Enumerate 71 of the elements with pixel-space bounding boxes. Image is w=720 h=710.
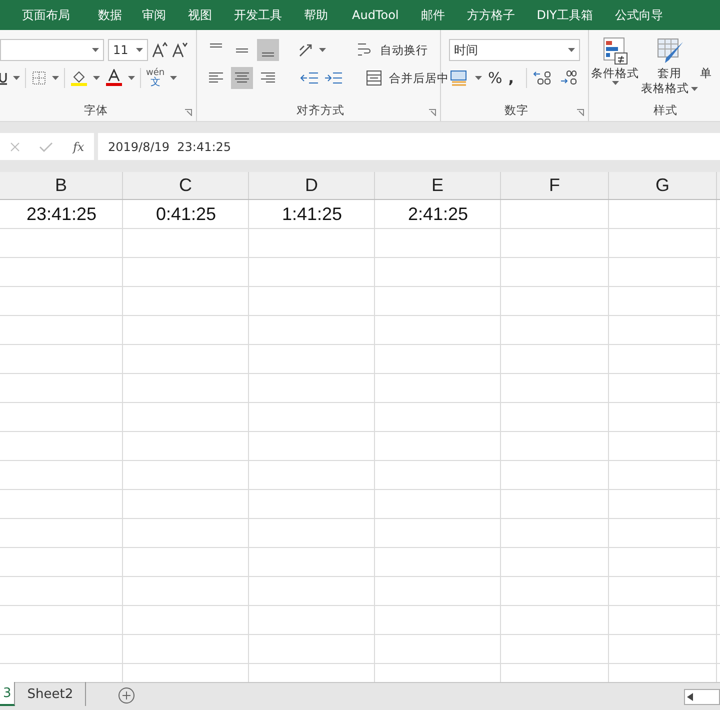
table-cell: 0:41:25 [156, 204, 216, 225]
underline-icon[interactable] [0, 70, 8, 86]
borders-icon[interactable] [31, 70, 47, 86]
menu-tab[interactable]: 页面布局 [22, 6, 70, 24]
sheet-tab[interactable]: 3 [0, 682, 16, 706]
merge-center-button[interactable]: 合并后居中 [389, 70, 449, 86]
menu-tab[interactable]: 帮助 [304, 6, 328, 24]
group-label: 字体 [84, 103, 108, 118]
column-header[interactable]: D [249, 172, 375, 199]
group-label: 数字 [504, 103, 528, 118]
percent-style-button[interactable]: % [488, 69, 502, 87]
formula-input[interactable]: 2019/8/19 23:41:25 [98, 133, 720, 160]
increase-decimal-icon[interactable] [532, 69, 553, 87]
cell-styles-button[interactable]: 单 [700, 66, 712, 81]
caret-icon[interactable] [128, 76, 135, 80]
group-label: 对齐方式 [296, 103, 344, 118]
caret-icon[interactable] [92, 48, 99, 52]
menu-tab[interactable]: 审阅 [142, 6, 166, 24]
menu-tab[interactable]: 方方格子 [466, 6, 515, 24]
caret-icon[interactable] [52, 76, 59, 80]
menu-tab[interactable]: AudTool [352, 8, 399, 22]
fill-color-icon[interactable] [70, 69, 88, 87]
vertical-align-button[interactable] [257, 39, 279, 61]
group-label: 样式 [654, 103, 678, 118]
format-as-table-button[interactable]: 套用 表格格式 [641, 36, 698, 96]
sheet-tab[interactable]: Sheet2 [15, 682, 86, 706]
column-header[interactable]: G [609, 172, 717, 199]
scroll-left-icon[interactable] [687, 693, 693, 701]
grow-font-icon[interactable] [152, 42, 168, 58]
dialog-launcher-icon[interactable] [429, 109, 436, 116]
caret-icon[interactable] [475, 76, 482, 80]
horizontal-align-button[interactable] [231, 67, 253, 89]
font-color-icon[interactable] [105, 69, 123, 87]
add-sheet-icon[interactable] [118, 687, 136, 704]
caret-icon[interactable] [691, 86, 698, 90]
menu-tab[interactable]: 公式向导 [614, 6, 663, 24]
menu-tab[interactable]: 开发工具 [234, 6, 282, 24]
table-brush-icon [654, 36, 684, 66]
wrap-text-button[interactable]: 自动换行 [380, 42, 428, 58]
menu-tab[interactable]: 数据 [98, 6, 122, 24]
column-header[interactable]: F [501, 172, 609, 199]
caret-icon[interactable] [170, 76, 177, 80]
merge-cells-icon[interactable] [366, 70, 382, 86]
menu-tab[interactable]: 邮件 [420, 6, 445, 24]
table-cell: 2:41:25 [408, 204, 468, 225]
horizontal-scrollbar[interactable] [684, 689, 720, 705]
caret-icon[interactable] [612, 81, 618, 85]
caret-icon[interactable] [319, 48, 326, 52]
font-name-field[interactable] [0, 39, 104, 61]
conditional-format-button[interactable]: 条件格式 [591, 36, 639, 85]
dialog-launcher-icon[interactable] [577, 109, 584, 116]
dialog-launcher-icon[interactable] [185, 109, 192, 116]
column-header[interactable]: C [123, 172, 249, 199]
shrink-font-icon[interactable] [172, 42, 188, 58]
money-icon[interactable] [449, 69, 469, 87]
caret-icon[interactable] [568, 48, 575, 52]
column-header[interactable]: E [375, 172, 501, 199]
caret-icon[interactable] [136, 48, 143, 52]
caret-icon[interactable] [13, 76, 20, 80]
menu-tab[interactable]: 视图 [188, 6, 212, 24]
comma-style-button[interactable]: , [508, 69, 514, 87]
decrease-decimal-icon[interactable] [558, 69, 579, 87]
table-cell: 1:41:25 [282, 204, 342, 225]
number-format-select[interactable]: 时间 [449, 39, 580, 61]
column-header[interactable]: B [0, 172, 123, 199]
phonetic-guide-button[interactable]: wén 文 [146, 68, 165, 88]
font-size-field[interactable]: 11 [108, 39, 148, 61]
insert-function-button[interactable]: fx [72, 140, 84, 154]
menu-tab[interactable]: DIY工具箱 [536, 6, 593, 24]
table-cell: 23:41:25 [26, 204, 97, 225]
caret-icon[interactable] [93, 76, 100, 80]
